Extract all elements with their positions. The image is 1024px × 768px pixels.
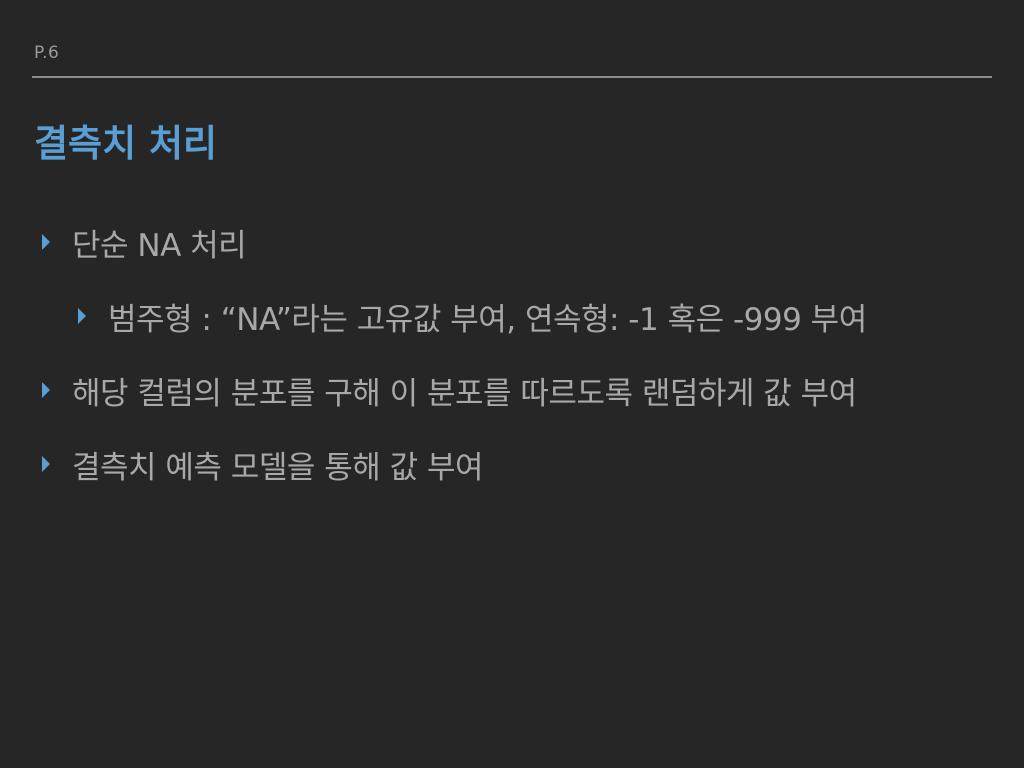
sub-bullet-item: 범주형 : “NA”라는 고유값 부여, 연속형: -1 혹은 -999 부여: [78, 296, 867, 338]
bullet-item: 해당 컬럼의 분포를 구해 이 분포를 따르도록 랜덤하게 값 부여: [42, 370, 857, 412]
triangle-right-icon: [42, 234, 50, 250]
header-divider: [32, 76, 992, 78]
bullet-text: 결측치 예측 모델을 통해 값 부여: [72, 449, 484, 486]
bullet-text: 단순 NA 처리: [72, 227, 247, 264]
bullet-text: 범주형 : “NA”라는 고유값 부여, 연속형: -1 혹은 -999 부여: [108, 301, 867, 338]
bullet-text: 해당 컬럼의 분포를 구해 이 분포를 따르도록 랜덤하게 값 부여: [72, 375, 857, 412]
triangle-right-icon: [42, 382, 50, 398]
slide-title: 결측치 처리: [34, 122, 218, 165]
page-number: P.6: [34, 43, 60, 63]
bullet-item: 단순 NA 처리: [42, 222, 247, 264]
triangle-right-icon: [42, 456, 50, 472]
bullet-item: 결측치 예측 모델을 통해 값 부여: [42, 444, 484, 486]
triangle-right-icon: [78, 308, 86, 324]
